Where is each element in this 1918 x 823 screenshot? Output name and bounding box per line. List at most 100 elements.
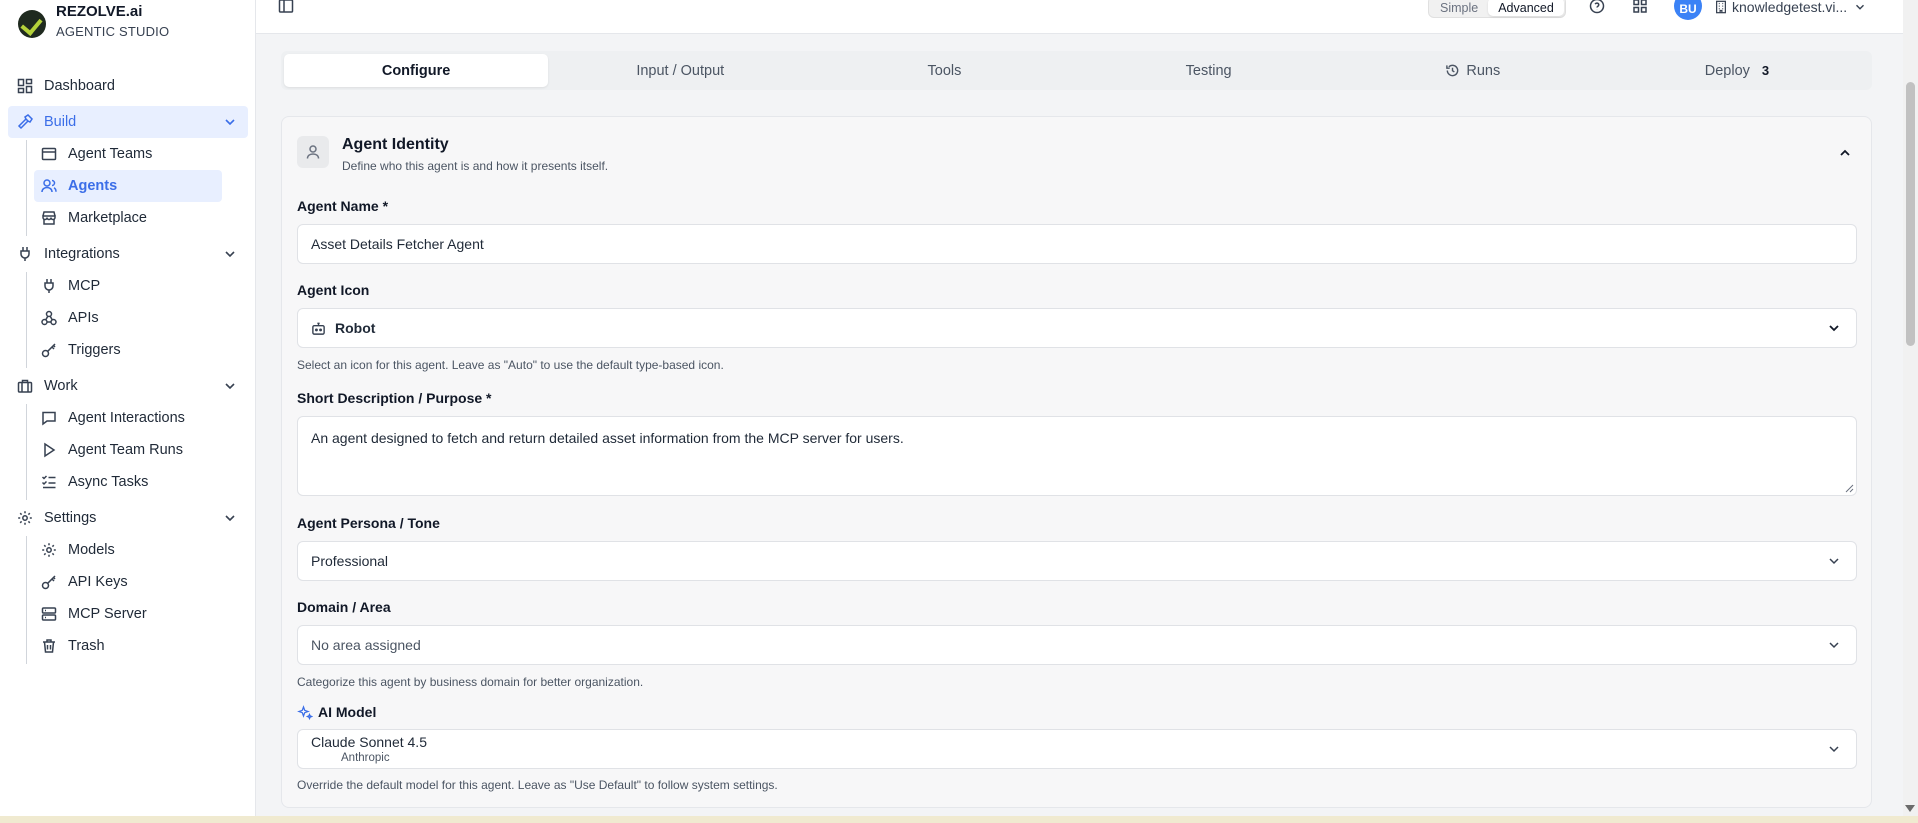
card-title: Agent Identity bbox=[342, 136, 449, 153]
sidebar-group-work[interactable]: Work bbox=[8, 370, 248, 402]
sidebar-toggle-icon[interactable] bbox=[278, 0, 294, 14]
nav-guide bbox=[26, 536, 27, 664]
sidebar-item-dashboard[interactable]: Dashboard bbox=[8, 70, 248, 102]
page-scrollbar[interactable] bbox=[1903, 0, 1918, 816]
sidebar-item-mcp-server[interactable]: MCP Server bbox=[34, 598, 222, 630]
sidebar-label: Marketplace bbox=[68, 210, 147, 226]
mode-advanced-button[interactable]: Advanced bbox=[1488, 0, 1564, 16]
bottom-strip bbox=[0, 816, 1918, 823]
history-icon bbox=[1446, 64, 1459, 77]
sidebar-label: MCP bbox=[68, 278, 101, 294]
scroll-down-arrow-icon[interactable] bbox=[1905, 805, 1915, 812]
tab-label: Tools bbox=[927, 62, 962, 79]
sidebar-item-agent-interactions[interactable]: Agent Interactions bbox=[34, 402, 222, 434]
sidebar-item-mcp[interactable]: MCP bbox=[34, 270, 222, 302]
agent-icon-select[interactable]: Robot bbox=[297, 308, 1857, 348]
tab-deploy[interactable]: Deploy 3 bbox=[1605, 54, 1869, 87]
tab-tools[interactable]: Tools bbox=[812, 54, 1076, 87]
chevron-down-icon bbox=[1856, 4, 1865, 10]
sidebar-item-trash[interactable]: Trash bbox=[34, 630, 222, 662]
key-icon bbox=[40, 341, 58, 359]
sidebar-item-models[interactable]: Models bbox=[34, 534, 222, 566]
sidebar-item-agent-team-runs[interactable]: Agent Team Runs bbox=[34, 434, 222, 466]
mode-simple-button[interactable]: Simple bbox=[1430, 0, 1488, 16]
avatar[interactable]: BU bbox=[1674, 0, 1702, 20]
sidebar-group-settings[interactable]: Settings bbox=[8, 502, 248, 534]
sidebar-label: Trash bbox=[68, 638, 105, 654]
dashboard-icon bbox=[16, 77, 34, 95]
brand[interactable]: REZOLVE.ai AGENTIC STUDIO bbox=[18, 4, 169, 39]
domain-select[interactable]: No area assigned bbox=[297, 625, 1857, 665]
deploy-count-badge: 3 bbox=[1761, 63, 1770, 78]
agent-name-input[interactable]: Asset Details Fetcher Agent bbox=[297, 224, 1857, 264]
sidebar-label: Dashboard bbox=[44, 78, 115, 94]
sidebar-item-triggers[interactable]: Triggers bbox=[34, 334, 222, 366]
sidebar-item-apis[interactable]: APIs bbox=[34, 302, 222, 334]
building-icon bbox=[1716, 0, 1726, 14]
play-icon bbox=[40, 441, 58, 459]
domain-label: Domain / Area bbox=[297, 599, 391, 615]
apps-grid-icon[interactable] bbox=[1632, 0, 1648, 14]
sidebar-label: Integrations bbox=[44, 246, 120, 262]
model-select[interactable]: Claude Sonnet 4.5 Anthropic bbox=[297, 729, 1857, 769]
tab-configure[interactable]: Configure bbox=[284, 54, 549, 87]
sidebar: REZOLVE.ai AGENTIC STUDIO Dashboard Buil… bbox=[0, 0, 256, 816]
mode-switch: Simple Advanced bbox=[1428, 0, 1566, 18]
resize-handle-icon[interactable] bbox=[1844, 483, 1854, 493]
agent-name-value: Asset Details Fetcher Agent bbox=[311, 236, 484, 252]
tab-testing[interactable]: Testing bbox=[1077, 54, 1341, 87]
brand-subtitle: AGENTIC STUDIO bbox=[56, 24, 170, 39]
sidebar-label: Triggers bbox=[68, 342, 121, 358]
sidebar-label: MCP Server bbox=[68, 606, 147, 622]
tab-input-output[interactable]: Input / Output bbox=[548, 54, 812, 87]
sidebar-item-api-keys[interactable]: API Keys bbox=[34, 566, 222, 598]
plug-icon bbox=[16, 245, 34, 263]
brand-name: REZOLVE.ai bbox=[56, 3, 143, 20]
sidebar-label: Agent Team Runs bbox=[68, 442, 183, 458]
plug-icon bbox=[40, 277, 58, 295]
scrollbar-thumb[interactable] bbox=[1906, 82, 1915, 346]
tab-runs[interactable]: Runs bbox=[1341, 54, 1605, 87]
sidebar-group-build[interactable]: Build bbox=[8, 106, 248, 138]
help-icon[interactable] bbox=[1589, 0, 1605, 14]
tab-label: Configure bbox=[381, 62, 451, 79]
topbar: Simple Advanced BU knowledgetest.vi... bbox=[256, 0, 1903, 34]
workspace-switcher[interactable]: knowledgetest.vi... bbox=[1714, 0, 1871, 15]
sidebar-group-integrations[interactable]: Integrations bbox=[8, 238, 248, 270]
chevron-down-icon bbox=[1829, 325, 1839, 332]
agent-identity-card: Agent Identity Define who this agent is … bbox=[281, 116, 1872, 808]
sidebar-label: API Keys bbox=[68, 574, 128, 590]
description-value: An agent designed to fetch and return de… bbox=[311, 430, 904, 446]
sidebar-item-async-tasks[interactable]: Async Tasks bbox=[34, 466, 222, 498]
sidebar-label: Agents bbox=[68, 178, 118, 194]
briefcase-icon bbox=[16, 377, 34, 395]
sidebar-label: APIs bbox=[68, 310, 99, 326]
agent-icon-label: Agent Icon bbox=[297, 282, 370, 298]
users-icon bbox=[40, 177, 58, 195]
domain-help: Categorize this agent by business domain… bbox=[297, 675, 644, 689]
chevron-down-icon bbox=[1829, 746, 1839, 753]
description-textarea[interactable]: An agent designed to fetch and return de… bbox=[297, 416, 1857, 496]
tab-label: Deploy bbox=[1704, 62, 1750, 79]
agent-name-label: Agent Name * bbox=[297, 198, 389, 214]
persona-select[interactable]: Professional bbox=[297, 541, 1857, 581]
gear-icon bbox=[16, 509, 34, 527]
sidebar-label: Models bbox=[68, 542, 115, 558]
sidebar-item-agent-teams[interactable]: Agent Teams bbox=[34, 138, 222, 170]
sidebar-item-marketplace[interactable]: Marketplace bbox=[34, 202, 222, 234]
sidebar-item-agents[interactable]: Agents bbox=[34, 170, 222, 202]
persona-label: Agent Persona / Tone bbox=[297, 515, 440, 531]
model-value: Claude Sonnet 4.5 bbox=[311, 734, 427, 750]
model-label: AI Model bbox=[318, 704, 377, 720]
bot-icon bbox=[312, 322, 325, 335]
nav-guide bbox=[26, 272, 27, 368]
message-icon bbox=[40, 409, 58, 427]
chevron-up-icon[interactable] bbox=[1837, 145, 1853, 161]
tab-label: Input / Output bbox=[636, 62, 725, 79]
hammer-icon bbox=[16, 113, 34, 131]
tab-bar: Configure Input / Output Tools Testing R… bbox=[281, 51, 1872, 90]
tab-label: Runs bbox=[1466, 62, 1501, 79]
store-icon bbox=[40, 209, 58, 227]
sidebar-label: Build bbox=[44, 114, 77, 130]
model-help: Override the default model for this agen… bbox=[297, 778, 778, 792]
